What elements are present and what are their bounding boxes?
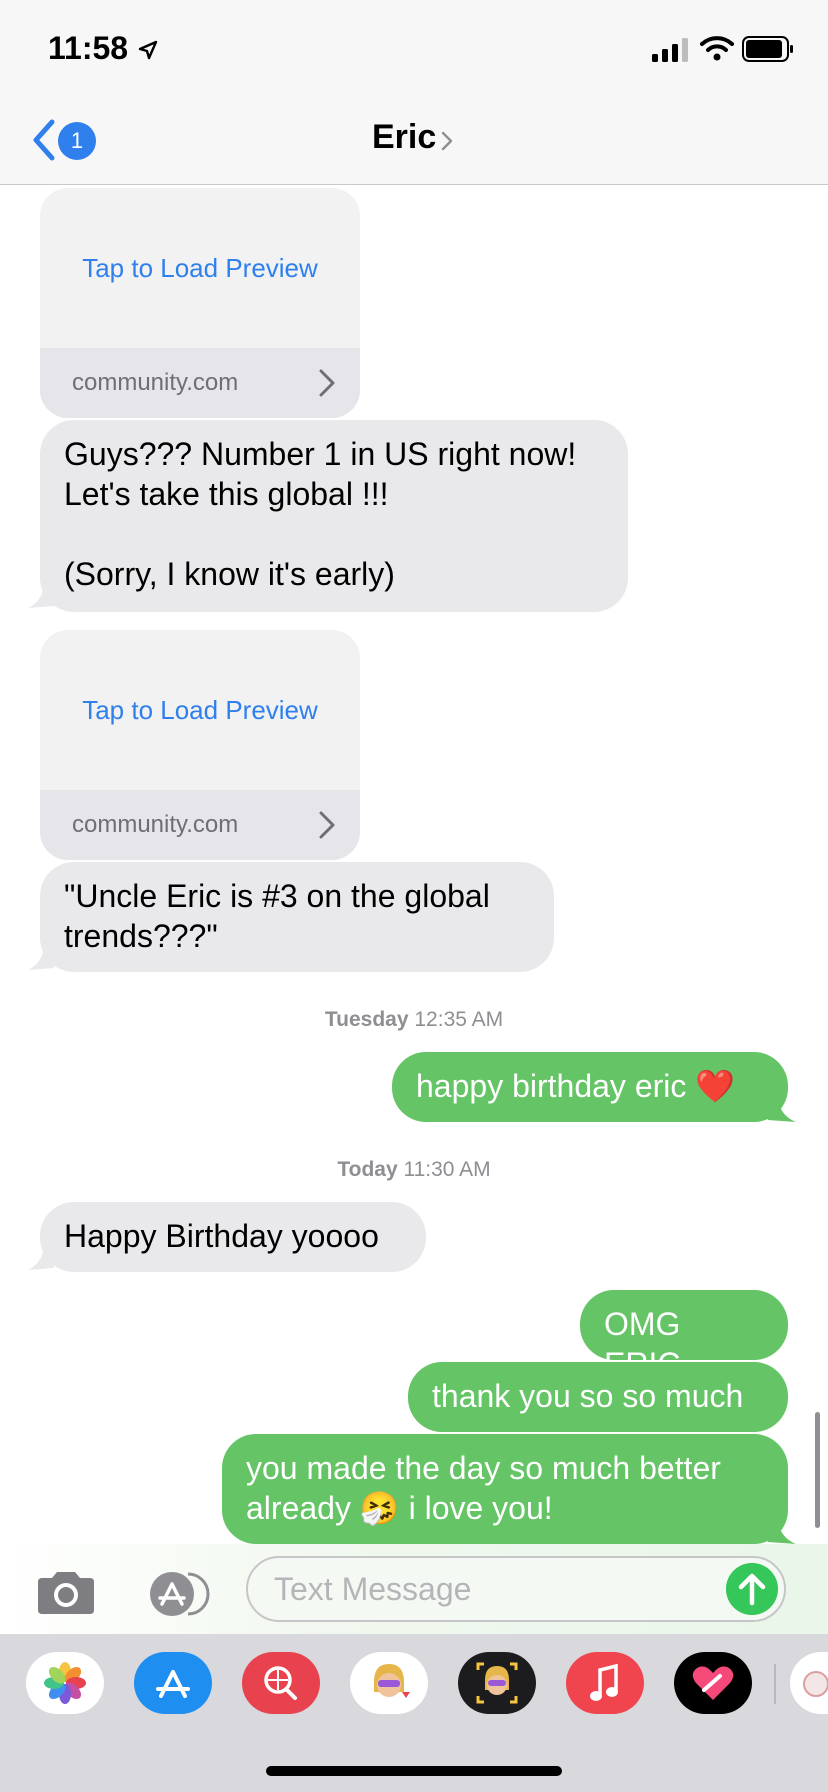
- sticker-app-icon[interactable]: [790, 1652, 828, 1714]
- link-preview-card[interactable]: Tap to Load Preview community.com: [40, 630, 360, 860]
- unread-count-badge[interactable]: 1: [58, 122, 96, 160]
- timestamp-time: 12:35 AM: [414, 1008, 504, 1031]
- message-line: (Sorry, I know it's early): [64, 556, 395, 592]
- link-domain: community.com: [72, 369, 239, 396]
- battery-icon: [742, 36, 793, 62]
- cellular-signal-icon: [652, 38, 688, 62]
- timestamp-day: Today: [337, 1158, 398, 1181]
- message-line: you made the day so much better: [246, 1450, 721, 1486]
- digital-touch-app-icon[interactable]: [674, 1652, 752, 1714]
- memoji-app-icon[interactable]: [350, 1652, 428, 1714]
- chevron-right-icon: [319, 369, 335, 397]
- timestamp-divider: Today 11:30 AM: [0, 1158, 828, 1182]
- timestamp-day: Tuesday: [324, 1008, 409, 1031]
- message-line: Let's take this global !!!: [64, 476, 389, 512]
- contact-name[interactable]: Eric: [372, 118, 436, 157]
- outgoing-message-bubble[interactable]: thank you so so much: [408, 1362, 788, 1432]
- message-line: thank you so so much: [432, 1378, 744, 1414]
- animoji-app-icon[interactable]: [458, 1652, 536, 1714]
- message-line: "Uncle Eric is #3 on the global: [64, 878, 490, 914]
- navigation-bar: 11:58 1 Eric: [0, 0, 828, 185]
- message-line: Happy Birthday yoooo: [64, 1218, 379, 1254]
- app-store-icon[interactable]: [140, 1570, 212, 1618]
- camera-icon[interactable]: [34, 1570, 98, 1616]
- photos-app-icon[interactable]: [26, 1652, 104, 1714]
- scrollbar[interactable]: [815, 1412, 820, 1528]
- music-app-icon[interactable]: [566, 1652, 644, 1714]
- message-line: already 🤧 i love you!: [246, 1490, 553, 1526]
- home-indicator[interactable]: [266, 1766, 562, 1776]
- timestamp-time: 11:30 AM: [403, 1158, 491, 1181]
- tap-to-load-preview[interactable]: Tap to Load Preview: [40, 188, 360, 348]
- wifi-icon: [700, 36, 734, 61]
- message-input[interactable]: Text Message: [246, 1556, 786, 1622]
- link-preview-card[interactable]: Tap to Load Preview community.com: [40, 188, 360, 418]
- compose-bar: Text Message: [0, 1544, 828, 1634]
- incoming-message-bubble[interactable]: Happy Birthday yoooo: [40, 1202, 426, 1272]
- app-drawer: [0, 1634, 828, 1792]
- timestamp-divider: Tuesday 12:35 AM: [0, 1008, 828, 1032]
- incoming-message-bubble[interactable]: Guys??? Number 1 in US right now! Let's …: [40, 420, 628, 612]
- message-line: Guys??? Number 1 in US right now!: [64, 436, 577, 472]
- chevron-right-icon[interactable]: [440, 130, 454, 152]
- link-footer[interactable]: community.com: [40, 348, 360, 418]
- outgoing-message-bubble[interactable]: happy birthday eric ❤️: [392, 1052, 788, 1122]
- outgoing-message-bubble[interactable]: you made the day so much better already …: [222, 1434, 788, 1544]
- chevron-right-icon: [319, 811, 335, 839]
- message-line: happy birthday eric ❤️: [416, 1068, 736, 1104]
- link-footer[interactable]: community.com: [40, 790, 360, 860]
- outgoing-message-bubble[interactable]: OMG ERIC: [580, 1290, 788, 1382]
- app-store-app-icon[interactable]: [134, 1652, 212, 1714]
- send-arrow-icon[interactable]: [726, 1563, 778, 1615]
- tap-to-load-preview[interactable]: Tap to Load Preview: [40, 630, 360, 790]
- incoming-message-bubble[interactable]: "Uncle Eric is #3 on the global trends??…: [40, 862, 554, 972]
- image-search-app-icon[interactable]: [242, 1652, 320, 1714]
- status-time: 11:58: [48, 30, 129, 66]
- message-input-placeholder: Text Message: [274, 1571, 472, 1607]
- location-arrow-icon: [138, 40, 158, 60]
- message-line: trends???": [64, 918, 218, 954]
- link-domain: community.com: [72, 811, 239, 838]
- drawer-divider: [774, 1664, 776, 1704]
